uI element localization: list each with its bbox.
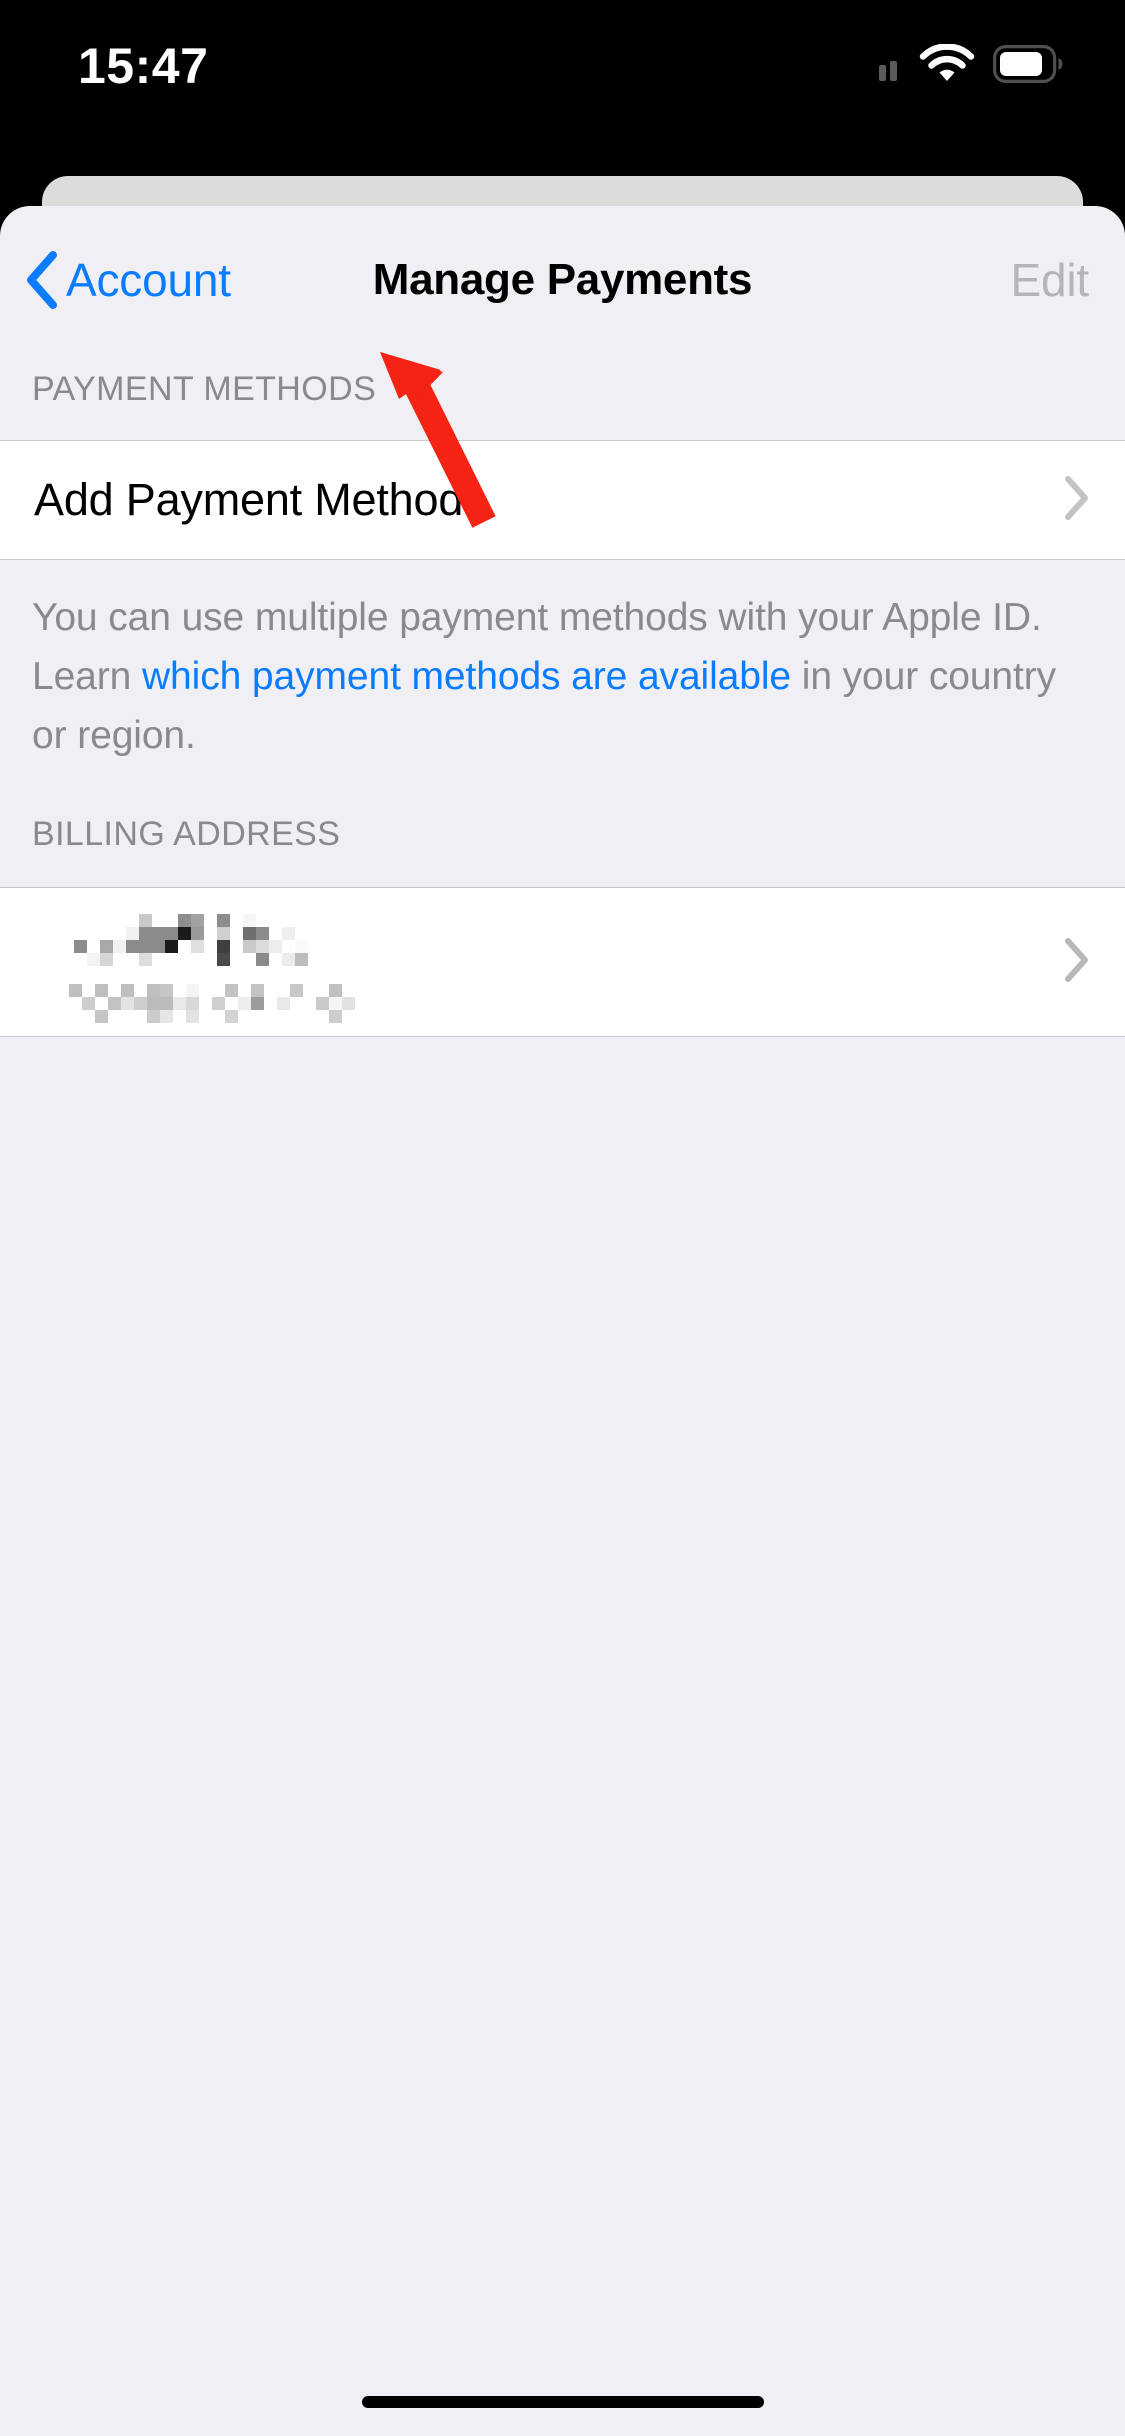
home-indicator[interactable]: [361, 2396, 764, 2408]
billing-address-row[interactable]: [0, 888, 1125, 1036]
iphone-screen: 15:47 Account Manage Payments Edit PAYME…: [0, 0, 1125, 2436]
page-title: Manage Payments: [372, 255, 753, 304]
status-bar: 15:47: [0, 0, 1125, 132]
navigation-bar: Account Manage Payments Edit: [0, 206, 1125, 340]
add-payment-method-label: Add Payment Method: [34, 474, 464, 525]
payment-methods-group: Add Payment Method: [0, 440, 1125, 560]
redacted-address-line: [34, 984, 355, 1023]
battery-icon: [993, 45, 1065, 88]
available-payment-methods-link[interactable]: which payment methods are available: [142, 655, 791, 698]
chevron-right-icon: [1063, 936, 1091, 989]
redacted-name-line: [34, 901, 308, 966]
status-bar-indicators: [879, 43, 1065, 89]
section-header-billing-address: BILLING ADDRESS: [32, 815, 341, 853]
add-payment-method-row[interactable]: Add Payment Method: [0, 441, 1125, 559]
edit-button[interactable]: Edit: [1011, 252, 1090, 308]
billing-address-accessory: [1053, 888, 1091, 1036]
wifi-icon: [919, 43, 975, 89]
payment-methods-footer: You can use multiple payment methods wit…: [0, 560, 1125, 765]
status-bar-time: 15:47: [78, 38, 209, 94]
chevron-right-icon: [1063, 474, 1091, 527]
manage-payments-sheet: Account Manage Payments Edit PAYMENT MET…: [0, 206, 1125, 2436]
billing-address-redacted-content: [34, 888, 1053, 1036]
section-header-payment-methods: PAYMENT METHODS: [32, 370, 377, 408]
signal-bars-icon: [879, 47, 901, 86]
billing-address-group: [0, 887, 1125, 1037]
